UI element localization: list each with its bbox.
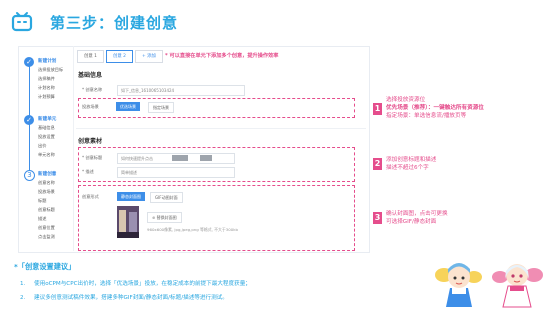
tip-text: 使用oCPM与CPC出价时，选择「优选场景」投放，在稳定成本的前提下最大程度获量… xyxy=(34,281,251,287)
mascot-left xyxy=(435,263,482,307)
sidebar-item[interactable]: 出价 xyxy=(38,143,46,149)
sidebar-group-creative[interactable]: 新建创意 xyxy=(38,171,56,177)
sidebar-item[interactable]: 计划名称 xyxy=(38,85,55,91)
mascot-right xyxy=(492,264,543,308)
sidebar-item[interactable]: 单元名称 xyxy=(38,152,55,158)
annotation-number-1: 1 xyxy=(373,103,382,115)
step-line xyxy=(29,62,30,117)
annotation-1-line: 指定场景：单选信息流/播放页等 xyxy=(386,113,467,119)
creative-title-label: * 创意标题 xyxy=(82,155,103,160)
section-divider xyxy=(76,128,366,129)
annotation-number-2: 2 xyxy=(373,158,382,170)
upload-note: 960x600像素, jpg,jpeg,png 等格式, 不大于300kb xyxy=(147,227,238,232)
creative-name-label: * 创意名称 xyxy=(82,87,103,92)
annotation-3: 确认封面图，点击可更换 可选择GIF/静态封面 xyxy=(386,210,448,226)
annotation-3-line: 确认封面图，点击可更换 xyxy=(386,211,448,217)
creative-name-input[interactable]: 如下_信息_1610065103424 xyxy=(117,85,245,96)
annotation-1-line: 选择投放资源位 xyxy=(386,97,426,103)
tip-number: 1. xyxy=(20,281,26,287)
gif-cover-tab[interactable]: GIF动图封面 xyxy=(150,192,183,203)
scene-optimized-button[interactable]: 优选场景 xyxy=(116,102,140,111)
sidebar-item[interactable]: 计划预算 xyxy=(38,94,55,100)
redacted-text xyxy=(172,155,188,161)
replace-cover-label: 替换封面图 xyxy=(156,215,177,220)
sidebar-item[interactable]: 标题 xyxy=(38,198,46,204)
material-title: 创意素材 xyxy=(78,138,103,145)
cover-thumbnail[interactable] xyxy=(117,206,139,238)
annotation-1: 选择投放资源位 优先场景（推荐）：一键触达所有资源位 指定场景：单选信息流/播放… xyxy=(386,96,484,120)
sidebar-item[interactable]: 基础信息 xyxy=(38,125,55,131)
sidebar-item[interactable]: 投放场景 xyxy=(38,189,55,195)
tip-text: 建议多创意测试稿件效果，搭建多种GIF封面/静态封面/标题/描述等进行测试。 xyxy=(34,295,228,301)
sidebar-item[interactable]: 创意位置 xyxy=(38,225,55,231)
replace-cover-button[interactable]: ⊕ 替换封面图 xyxy=(147,212,182,223)
redacted-text xyxy=(200,155,212,161)
step-done-icon: ✓ xyxy=(24,57,34,67)
step-line xyxy=(29,122,30,172)
page-title: 第三步：创建创意 xyxy=(50,14,179,32)
tip-item-2: 2. 建议多创意测试稿件效果，搭建多种GIF封面/静态封面/标题/描述等进行测试。 xyxy=(20,293,228,301)
sidebar-item[interactable]: 点击监测 xyxy=(38,234,55,240)
basic-info-title: 基础信息 xyxy=(78,72,103,79)
desc-input[interactable]: 简单描述 xyxy=(117,167,235,178)
add-creative-button[interactable]: + 添加 xyxy=(135,50,163,63)
sidebar-item[interactable]: 选择稿件 xyxy=(38,76,55,82)
tips-title: *「创意设置建议」 xyxy=(14,262,76,271)
static-cover-tab[interactable]: 静态封面图 xyxy=(117,192,145,201)
annotation-2-line: 添加创意标题和描述 xyxy=(386,157,437,163)
tip-item-1: 1. 使用oCPM与CPC出价时，选择「优选场景」投放，在稳定成本的前提下最大程度… xyxy=(20,279,251,287)
sidebar-group-plan[interactable]: 新建计划 xyxy=(38,58,56,64)
sidebar-item[interactable]: 创意标题 xyxy=(38,207,55,213)
annotation-3-line: 可选择GIF/静态封面 xyxy=(386,219,437,225)
tv-logo-icon xyxy=(11,12,33,32)
sidebar-item[interactable]: 创意名称 xyxy=(38,180,55,186)
scene-specified-button[interactable]: 指定场景 xyxy=(148,102,174,113)
annotation-2: 添加创意标题和描述 描述不超过6个字 xyxy=(386,156,436,172)
tab-hint: * 可以直接在单元下添加多个创意，提升操作效率 xyxy=(165,53,279,59)
step-sidebar: ✓ 新建计划 选择投放目标 选择稿件 计划名称 计划预算 ✓ 新建单元 基础信息… xyxy=(18,46,74,251)
desc-label: * 描述 xyxy=(82,169,94,174)
step-current-icon: 3 xyxy=(24,170,35,181)
sidebar-group-unit[interactable]: 新建单元 xyxy=(38,116,56,122)
step-done-icon: ✓ xyxy=(24,115,34,125)
mascot-cheerleaders-illustration xyxy=(435,263,543,308)
annotation-1-line: 优先场景（推荐）：一键触达所有资源位 xyxy=(386,105,484,111)
tab-creative-2[interactable]: 创意 2 xyxy=(106,50,133,63)
form-label: 创意形式 xyxy=(82,194,99,199)
annotation-2-line: 描述不超过6个字 xyxy=(386,165,429,171)
tip-number: 2. xyxy=(20,295,26,301)
scene-label: 投放场景 xyxy=(82,104,99,109)
sidebar-item[interactable]: 投放设置 xyxy=(38,134,55,140)
tab-creative-1[interactable]: 创意 1 xyxy=(77,50,104,63)
sidebar-item[interactable]: 描述 xyxy=(38,216,46,222)
annotation-number-3: 3 xyxy=(373,212,382,224)
sidebar-item[interactable]: 选择投放目标 xyxy=(38,67,63,73)
